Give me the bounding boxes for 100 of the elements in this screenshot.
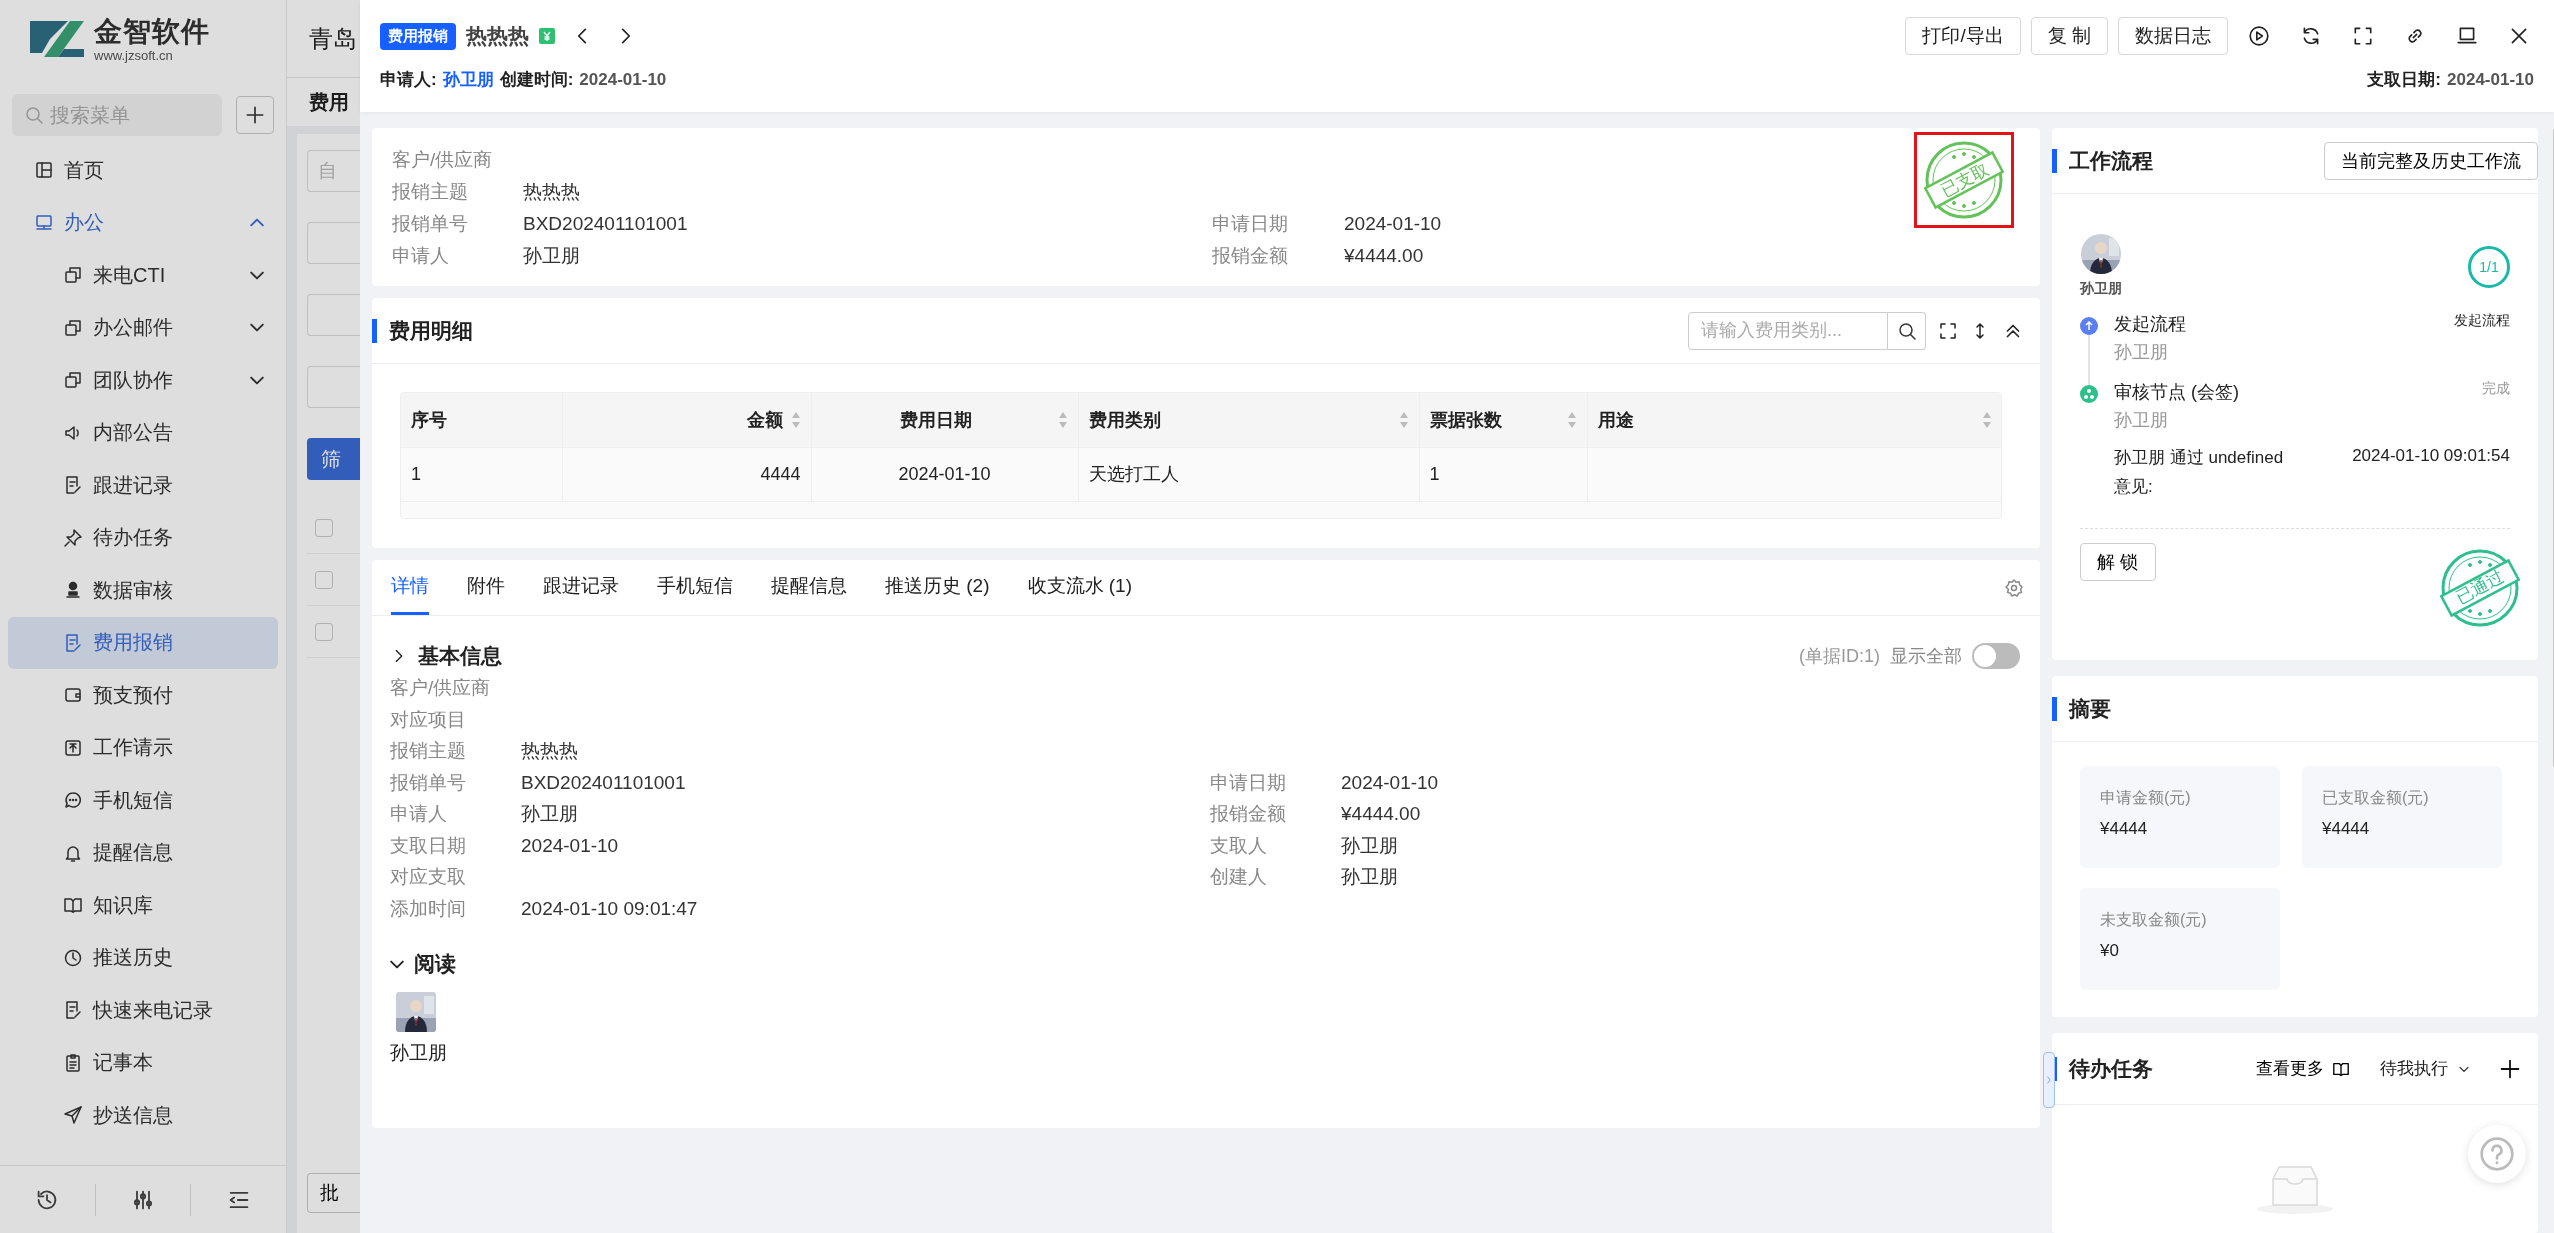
batch-button[interactable]: 批 bbox=[307, 1173, 360, 1213]
section-title: 费用明细 bbox=[372, 318, 473, 343]
sort-icon[interactable] bbox=[1398, 410, 1409, 429]
filter-button[interactable]: 筛 bbox=[307, 438, 360, 480]
section-title: 摘要 bbox=[2052, 696, 2111, 721]
field-label: 创建人 bbox=[1210, 865, 1268, 889]
menu-item[interactable]: 办公 bbox=[8, 196, 278, 249]
search-button[interactable] bbox=[1888, 311, 1926, 350]
menu-item[interactable]: 知识库 bbox=[8, 879, 278, 932]
menu-item[interactable]: 手机短信 bbox=[8, 774, 278, 827]
settings-button[interactable] bbox=[2004, 577, 2024, 598]
chevron-down-icon bbox=[250, 323, 264, 333]
book-icon bbox=[63, 895, 83, 916]
pin-icon bbox=[63, 527, 83, 548]
menu-item[interactable]: 抄送信息 bbox=[8, 1089, 278, 1142]
copy-icon bbox=[63, 370, 83, 391]
empty-inbox-icon bbox=[2255, 1165, 2335, 1215]
checkbox[interactable] bbox=[315, 518, 333, 537]
paid-date: 2024-01-10 bbox=[2447, 69, 2534, 90]
field-label: 客户/供应商 bbox=[392, 148, 494, 172]
field-value: 孙卫朋 bbox=[1341, 833, 1399, 858]
field-label: 添加时间 bbox=[390, 896, 467, 921]
initiator-name: 孙卫朋 bbox=[2080, 280, 2122, 298]
menu-item[interactable]: 预支预付 bbox=[8, 669, 278, 722]
column-header[interactable]: 用途 bbox=[1587, 393, 2001, 447]
field-value: BXD202401101001 bbox=[523, 212, 689, 236]
chevron-down-icon bbox=[250, 375, 264, 385]
tab[interactable]: 手机短信 bbox=[657, 560, 733, 615]
unlock-button[interactable]: 解 锁 bbox=[2080, 543, 2156, 581]
sort-icon[interactable] bbox=[1566, 410, 1577, 429]
plus-icon bbox=[244, 104, 266, 126]
menu-item[interactable]: 团队协作 bbox=[8, 354, 278, 407]
header-button[interactable]: 数据日志 bbox=[2118, 17, 2228, 55]
applicant-link[interactable]: 孙卫朋 bbox=[442, 68, 494, 91]
tab[interactable]: 跟进记录 bbox=[543, 560, 619, 615]
tab[interactable]: 收支流水 (1) bbox=[1027, 560, 1132, 615]
tab[interactable]: 提醒信息 bbox=[771, 560, 847, 615]
menu-item[interactable]: 待办任务 bbox=[8, 511, 278, 564]
expand-panel-button[interactable] bbox=[2043, 1052, 2055, 1108]
field-label: 申请日期 bbox=[1212, 212, 1289, 236]
paid-date-label: 支取日期: bbox=[2367, 69, 2442, 91]
sort-icon[interactable] bbox=[1981, 410, 1992, 429]
tile-label: 申请金额(元) bbox=[2100, 788, 2192, 808]
tile-value: ¥4444 bbox=[2322, 819, 2371, 839]
note-icon bbox=[63, 1000, 83, 1021]
checkbox[interactable] bbox=[315, 622, 333, 641]
menu-item[interactable]: 推送历史 bbox=[8, 931, 278, 984]
clock-icon bbox=[63, 947, 83, 968]
menu-item[interactable]: 首页 bbox=[8, 144, 278, 197]
view-more-link[interactable]: 查看更多 bbox=[2256, 1057, 2350, 1080]
send-icon bbox=[63, 1105, 83, 1126]
column-header[interactable]: 费用类别 bbox=[1078, 393, 1419, 447]
table-cell: 2024-01-10 bbox=[811, 447, 1078, 501]
chevron-down-icon bbox=[390, 959, 404, 969]
menu-item[interactable]: 数据审核 bbox=[8, 564, 278, 617]
menu-item[interactable]: 提醒信息 bbox=[8, 826, 278, 879]
copy-icon bbox=[63, 317, 83, 338]
menu-item[interactable]: 快速来电记录 bbox=[8, 984, 278, 1037]
upload-icon bbox=[63, 737, 83, 758]
column-header[interactable]: 票据张数 bbox=[1419, 393, 1587, 447]
checkbox[interactable] bbox=[315, 570, 333, 589]
record-title: 热热热 bbox=[466, 23, 529, 49]
field-value: 2024-01-10 bbox=[521, 833, 620, 858]
header-button[interactable]: 打印/导出 bbox=[1905, 17, 2021, 55]
search-icon bbox=[1896, 320, 1917, 341]
sort-icon[interactable] bbox=[1057, 410, 1068, 429]
column-header[interactable]: 金额 bbox=[562, 393, 811, 447]
menu-item[interactable]: 记事本 bbox=[8, 1036, 278, 1089]
tab[interactable]: 详情 bbox=[391, 560, 429, 615]
menu-item[interactable]: 跟进记录 bbox=[8, 459, 278, 512]
tab[interactable]: 推送历史 (2) bbox=[885, 560, 990, 615]
applicant-label: 申请人: bbox=[380, 69, 437, 91]
table-cell: 4444 bbox=[562, 447, 811, 501]
menu-item[interactable]: 办公邮件 bbox=[8, 301, 278, 354]
tab[interactable]: 附件 bbox=[467, 560, 505, 615]
menu-item[interactable]: 来电CTI bbox=[8, 249, 278, 302]
filter-dropdown[interactable]: 待我执行 bbox=[2380, 1057, 2472, 1080]
sort-icon[interactable] bbox=[790, 410, 801, 429]
step-title: 审核节点 (会签) bbox=[2114, 381, 2240, 404]
header-button[interactable]: 复 制 bbox=[2030, 17, 2108, 55]
show-all-toggle[interactable] bbox=[1972, 643, 2020, 669]
logo-url: www.jzsoft.cn bbox=[94, 47, 174, 63]
add-button[interactable] bbox=[236, 96, 274, 134]
step-person: 孙卫朋 bbox=[2114, 341, 2169, 364]
created-date: 2024-01-10 bbox=[579, 69, 667, 90]
opinion-label: 意见: bbox=[2114, 477, 2153, 496]
field-label: 报销金额 bbox=[1212, 244, 1289, 268]
approval-time: 2024-01-10 09:01:54 bbox=[2352, 446, 2510, 467]
tile-value: ¥0 bbox=[2100, 941, 2120, 961]
category-search-field[interactable]: 请输入费用类别... bbox=[1688, 311, 1888, 350]
menu-item[interactable]: 内部公告 bbox=[8, 406, 278, 459]
menu-item[interactable]: 工作请示 bbox=[8, 721, 278, 774]
copy-icon bbox=[63, 265, 83, 286]
page-title: 青岛 bbox=[309, 23, 357, 54]
workflow-history-button[interactable]: 当前完整及历史工作流 bbox=[2324, 141, 2538, 180]
field-label: 申请日期 bbox=[1210, 770, 1287, 795]
field-value: 2024-01-10 bbox=[1344, 212, 1443, 236]
column-header[interactable]: 费用日期 bbox=[811, 393, 1078, 447]
approval-log: 孙卫朋 通过 undefined bbox=[2114, 447, 2284, 469]
menu-item[interactable]: 费用报销 bbox=[8, 616, 278, 669]
